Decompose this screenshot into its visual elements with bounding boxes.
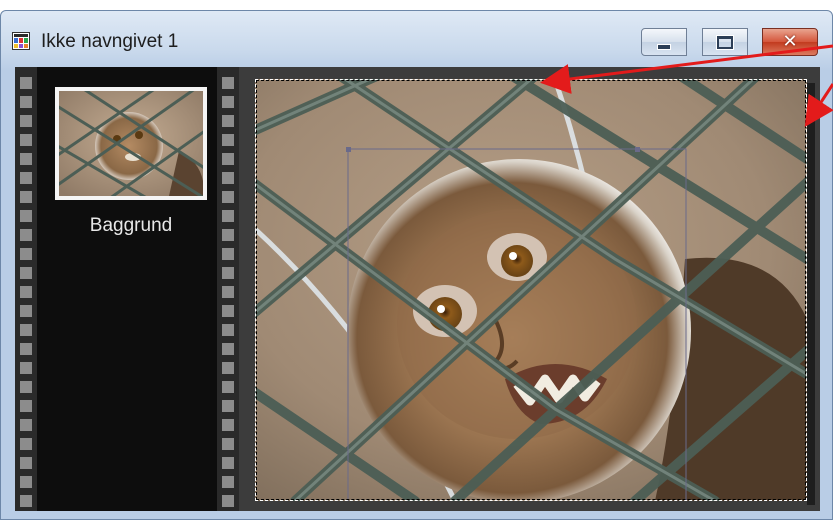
film-sprocket-hole [222, 419, 234, 431]
film-sprocket-hole [20, 191, 32, 203]
film-sprocket-hole [20, 324, 32, 336]
minimize-button[interactable] [641, 28, 687, 56]
film-sprocket-hole [222, 134, 234, 146]
film-sprocket-hole [222, 457, 234, 469]
window-title: Ikke navngivet 1 [41, 31, 179, 52]
film-sprocket-hole [222, 324, 234, 336]
film-sprocket-hole [222, 438, 234, 450]
film-sprocket-hole [20, 248, 32, 260]
film-sprocket-hole [20, 343, 32, 355]
film-sprocket-hole [222, 267, 234, 279]
film-sprockets-right [217, 67, 239, 511]
film-sprocket-hole [222, 286, 234, 298]
layers-filmstrip: Baggrund [15, 67, 239, 511]
layer-name-label[interactable]: Baggrund [45, 215, 217, 237]
film-sprocket-hole [222, 229, 234, 241]
maximize-button[interactable] [702, 28, 748, 56]
film-sprocket-hole [20, 96, 32, 108]
film-sprocket-hole [222, 172, 234, 184]
title-bar[interactable]: Ikke navngivet 1 ✕ [1, 11, 832, 61]
film-sprocket-hole [222, 191, 234, 203]
image-canvas[interactable] [255, 79, 807, 501]
film-sprocket-hole [20, 172, 32, 184]
film-sprocket-hole [20, 267, 32, 279]
film-sprocket-hole [20, 305, 32, 317]
film-sprocket-hole [20, 362, 32, 374]
film-sprocket-hole [222, 381, 234, 393]
app-icon[interactable] [12, 32, 30, 50]
layer-thumbnail[interactable] [55, 87, 207, 200]
film-sprocket-hole [20, 457, 32, 469]
minimize-icon [657, 44, 671, 50]
film-sprockets-left [15, 67, 37, 511]
film-sprocket-hole [222, 495, 234, 507]
film-sprocket-hole [20, 210, 32, 222]
close-button[interactable]: ✕ [762, 28, 818, 56]
film-sprocket-hole [222, 476, 234, 488]
film-sprocket-hole [222, 248, 234, 260]
canvas-area [239, 67, 820, 511]
film-sprocket-hole [222, 96, 234, 108]
film-sprocket-hole [20, 153, 32, 165]
film-sprocket-hole [20, 438, 32, 450]
film-sprocket-hole [222, 343, 234, 355]
film-sprocket-hole [20, 134, 32, 146]
film-sprocket-hole [222, 115, 234, 127]
film-sprocket-hole [20, 381, 32, 393]
film-sprocket-hole [222, 305, 234, 317]
film-sprocket-hole [20, 229, 32, 241]
film-sprocket-hole [20, 495, 32, 507]
film-sprocket-hole [20, 419, 32, 431]
film-sprocket-hole [20, 400, 32, 412]
film-sprocket-hole [222, 77, 234, 89]
film-sprocket-hole [20, 115, 32, 127]
film-sprocket-hole [20, 286, 32, 298]
film-sprocket-hole [222, 362, 234, 374]
film-sprocket-hole [20, 77, 32, 89]
maximize-icon [717, 35, 733, 49]
film-sprocket-hole [222, 153, 234, 165]
app-window: Ikke navngivet 1 ✕ Baggrund [0, 10, 833, 520]
canvas-shadow [807, 83, 815, 505]
film-sprocket-hole [20, 476, 32, 488]
layer-thumbnail-image [59, 91, 203, 196]
document-client-area: Baggrund [15, 67, 820, 511]
film-sprocket-hole [222, 400, 234, 412]
film-sprocket-hole [222, 210, 234, 222]
close-icon: ✕ [782, 31, 798, 52]
